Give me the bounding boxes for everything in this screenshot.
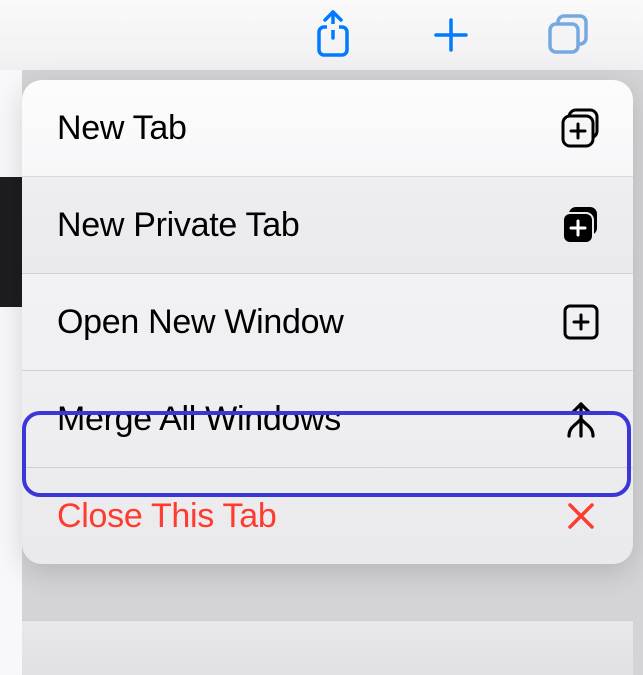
window-plus-icon	[559, 300, 603, 344]
menu-item-label: New Tab	[57, 109, 559, 148]
tab-plus-icon	[559, 106, 603, 150]
context-menu: New Tab New Private Tab Open New Window	[22, 80, 633, 564]
menu-continuation	[22, 620, 633, 675]
menu-item-close-this-tab[interactable]: Close This Tab	[22, 468, 633, 564]
menu-item-new-tab[interactable]: New Tab	[22, 80, 633, 177]
menu-item-label: New Private Tab	[57, 206, 559, 245]
share-icon[interactable]	[309, 11, 357, 59]
menu-item-merge-all-windows[interactable]: Merge All Windows	[22, 371, 633, 468]
menu-item-label: Open New Window	[57, 303, 559, 342]
menu-item-open-new-window[interactable]: Open New Window	[22, 274, 633, 371]
menu-item-new-private-tab[interactable]: New Private Tab	[22, 177, 633, 274]
background-dark-strip	[0, 177, 22, 307]
background-strip	[0, 70, 22, 675]
menu-item-label: Close This Tab	[57, 497, 559, 536]
toolbar	[0, 0, 643, 70]
menu-item-label: Merge All Windows	[57, 400, 559, 439]
close-icon	[559, 494, 603, 538]
tab-plus-filled-icon	[559, 203, 603, 247]
plus-icon[interactable]	[427, 11, 475, 59]
tabs-icon[interactable]	[545, 11, 593, 59]
merge-icon	[559, 397, 603, 441]
